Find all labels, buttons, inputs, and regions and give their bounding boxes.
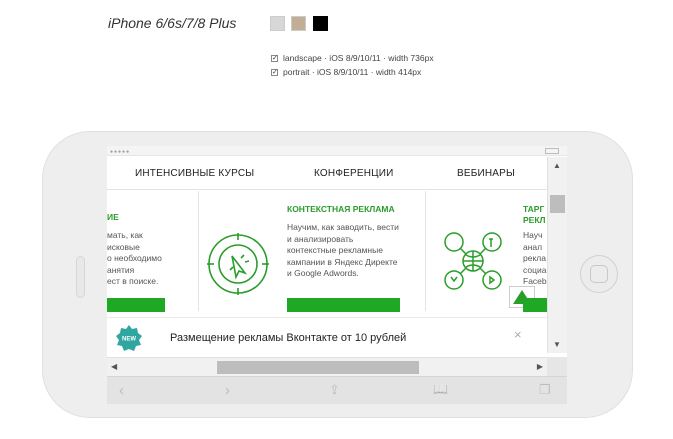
nav-item-conferences[interactable]: КОНФЕРЕНЦИИ (314, 168, 394, 179)
scrollbar-corner (547, 357, 567, 376)
tabs-icon[interactable]: ❐ (539, 382, 551, 398)
option-portrait[interactable]: ✓ portrait · iOS 8/9/10/11 · width 414px (271, 67, 421, 77)
phone-speaker (76, 256, 85, 298)
vertical-scroll-thumb[interactable] (550, 195, 565, 213)
vertical-scrollbar[interactable]: ▲ ▼ (547, 157, 567, 353)
card-target-button[interactable] (523, 298, 547, 312)
course-cards: ИЕ мать, как исковые о необходимо анятия ест… (107, 191, 547, 321)
checkbox-portrait[interactable]: ✓ (271, 68, 278, 76)
bookmarks-icon[interactable]: 📖 (433, 382, 448, 396)
device-title: iPhone 6/6s/7/8 Plus (108, 15, 237, 31)
card-divider (425, 191, 426, 311)
close-icon[interactable]: × (514, 327, 522, 342)
site-nav: ИНТЕНСИВНЫЕ КУРСЫ КОНФЕРЕНЦИИ ВЕБИНАРЫ (107, 157, 547, 190)
nav-item-courses[interactable]: ИНТЕНСИВНЫЕ КУРСЫ (135, 168, 254, 179)
promo-banner-text: Размещение рекламы Вконтакте от 10 рубле… (170, 332, 407, 344)
back-icon[interactable]: ‹ (119, 382, 124, 399)
color-swatch-gold[interactable] (291, 16, 306, 31)
horizontal-scroll-thumb[interactable] (217, 361, 419, 374)
card-context-desc: Научим, как заводить, вести и анализирова… (287, 222, 399, 278)
promo-banner[interactable]: NEW Размещение рекламы Вконтакте от 10 р… (107, 317, 547, 357)
option-landscape-label: landscape · iOS 8/9/10/11 · width 736px (283, 53, 434, 63)
scroll-down-icon[interactable]: ▼ (553, 340, 561, 349)
new-badge-icon: NEW (116, 325, 142, 351)
card-divider (198, 191, 199, 311)
card-target-desc: Науч анал рекла социа Faceb (523, 230, 547, 286)
home-button (580, 255, 618, 293)
checkbox-landscape[interactable]: ✓ (271, 54, 278, 62)
card-seo-title[interactable]: ИЕ (107, 212, 119, 222)
nav-item-webinars[interactable]: ВЕБИНАРЫ (457, 168, 515, 179)
color-swatch-black[interactable] (313, 16, 328, 31)
scroll-left-icon[interactable]: ◀ (111, 362, 117, 371)
card-target-title[interactable]: ТАРГ РЕКЛ (523, 204, 546, 226)
scroll-right-icon[interactable]: ▶ (537, 362, 543, 371)
signal-icon: ●●●●● (110, 149, 131, 155)
phone-screen: ●●●●● ИНТЕНСИВНЫЕ КУРСЫ КОНФЕРЕНЦИИ ВЕБИ… (107, 146, 567, 404)
scroll-up-icon[interactable]: ▲ (553, 161, 561, 170)
card-seo-desc: мать, как исковые о необходимо анятия ест в … (107, 230, 162, 286)
forward-icon[interactable]: › (225, 382, 230, 399)
target-icon (207, 233, 269, 295)
new-badge-label: NEW (122, 337, 136, 343)
status-bar: ●●●●● (107, 146, 567, 156)
browser-toolbar: ‹ › ⇪ 📖 ❐ (107, 376, 567, 404)
social-network-icon (444, 232, 502, 290)
card-seo-button[interactable] (107, 298, 165, 312)
battery-icon (545, 148, 559, 154)
card-context-button[interactable] (287, 298, 400, 312)
option-landscape[interactable]: ✓ landscape · iOS 8/9/10/11 · width 736p… (271, 53, 434, 63)
horizontal-scrollbar[interactable]: ◀ ▶ (107, 357, 547, 376)
share-icon[interactable]: ⇪ (329, 382, 340, 398)
color-swatch-silver[interactable] (270, 16, 285, 31)
device-preview-page: iPhone 6/6s/7/8 Plus ✓ landscape · iOS 8… (0, 0, 673, 439)
option-portrait-label: portrait · iOS 8/9/10/11 · width 414px (283, 67, 422, 77)
card-context-title[interactable]: КОНТЕКСТНАЯ РЕКЛАМА (287, 204, 395, 214)
